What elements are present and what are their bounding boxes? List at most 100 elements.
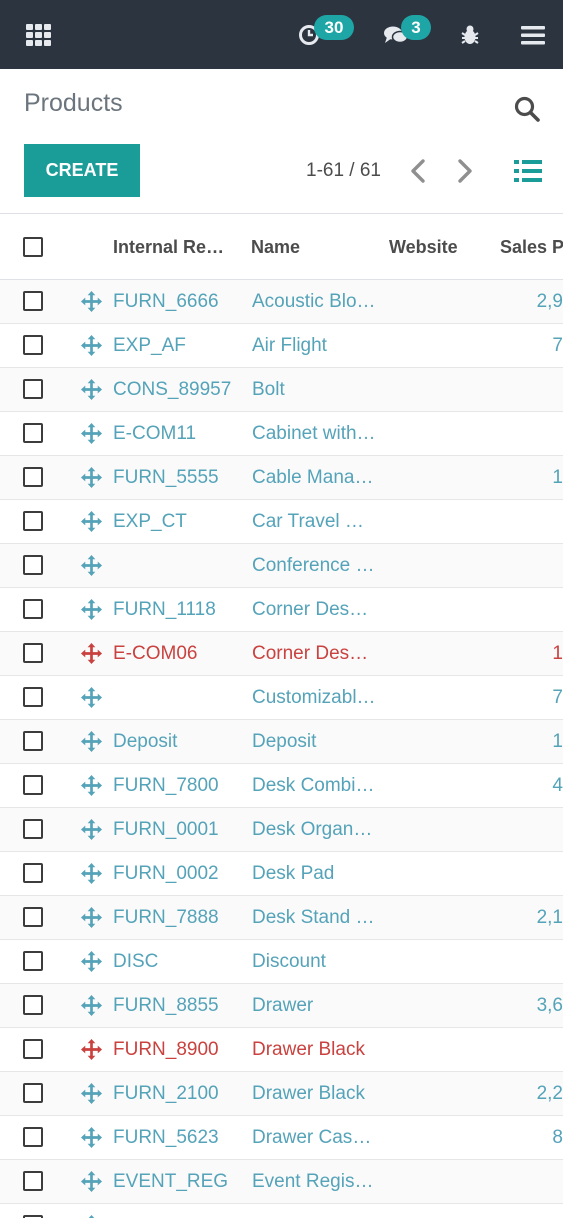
cell-name[interactable]: Drawer [252,984,376,1028]
table-row[interactable]: Conference … [0,544,563,588]
pager-previous-button[interactable] [406,156,430,186]
cell-sales-price[interactable] [493,1028,563,1072]
table-row[interactable]: Deposit Deposit 1 [0,720,563,764]
cell-internal-reference[interactable]: Deposit [113,720,243,764]
cell-name[interactable]: Cable Mana… [252,456,376,500]
table-row[interactable]: FURN_5555 Cable Mana… 1 [0,456,563,500]
row-checkbox[interactable] [23,423,43,443]
cell-internal-reference[interactable]: EXP_AF [113,324,243,368]
cell-internal-reference[interactable]: EVENT_REG [113,1160,243,1204]
cell-name[interactable]: Drawer Case… [252,1116,376,1160]
cell-name[interactable]: Customizabl… [252,676,376,720]
cell-internal-reference[interactable]: FURN_1118 [113,588,243,632]
row-checkbox[interactable] [23,1083,43,1103]
drag-handle-icon[interactable] [80,818,103,841]
cell-name[interactable]: Corner Desk … [252,588,376,632]
drag-handle-icon[interactable] [80,862,103,885]
cell-website[interactable] [389,764,489,808]
cell-internal-reference[interactable]: FURN_2100 [113,1072,243,1116]
cell-name[interactable]: Desk Stand … [252,896,376,940]
cell-internal-reference[interactable]: FURN_7888 [113,896,243,940]
drag-handle-icon[interactable] [80,598,103,621]
cell-sales-price[interactable] [493,412,563,456]
row-checkbox[interactable] [23,1171,43,1191]
row-checkbox[interactable] [23,467,43,487]
cell-name[interactable]: Desk Pad [252,852,376,896]
cell-internal-reference[interactable]: FURN_5623 [113,1116,243,1160]
row-checkbox[interactable] [23,775,43,795]
cell-internal-reference[interactable]: FURN_8900 [113,1028,243,1072]
row-checkbox[interactable] [23,819,43,839]
drag-handle-icon[interactable] [80,1170,103,1193]
cell-sales-price[interactable]: 7 [493,324,563,368]
cell-website[interactable] [389,1072,489,1116]
cell-internal-reference[interactable]: FURN_6666 [113,280,243,324]
cell-sales-price[interactable]: 2,1 [493,896,563,940]
drag-handle-icon[interactable] [80,774,103,797]
table-row[interactable] [0,1204,563,1218]
cell-internal-reference[interactable]: E-COM11 [113,412,243,456]
row-checkbox[interactable] [23,687,43,707]
cell-name[interactable]: Drawer Black [252,1028,376,1072]
row-checkbox[interactable] [23,1039,43,1059]
table-row[interactable]: FURN_8900 Drawer Black [0,1028,563,1072]
table-row[interactable]: FURN_0001 Desk Organi… [0,808,563,852]
cell-sales-price[interactable] [493,940,563,984]
cell-internal-reference[interactable]: FURN_0001 [113,808,243,852]
cell-sales-price[interactable] [493,808,563,852]
cell-sales-price[interactable]: 2,9 [493,280,563,324]
row-checkbox[interactable] [23,951,43,971]
cell-website[interactable] [389,500,489,544]
row-checkbox[interactable] [23,731,43,751]
cell-website[interactable] [389,412,489,456]
cell-internal-reference[interactable]: FURN_0002 [113,852,243,896]
table-row[interactable]: CONS_89957 Bolt [0,368,563,412]
column-header-internal-reference[interactable]: Internal Re… [113,214,229,280]
drag-handle-icon[interactable] [80,422,103,445]
cell-name[interactable]: Event Regist… [252,1160,376,1204]
row-checkbox[interactable] [23,555,43,575]
drag-handle-icon[interactable] [80,1082,103,1105]
apps-icon[interactable] [22,0,54,69]
message-count-badge[interactable]: 3 [401,15,431,40]
drag-handle-icon[interactable] [80,554,103,577]
table-row[interactable]: EVENT_REG Event Regist… [0,1160,563,1204]
pager-value[interactable]: 1-61 / 61 [306,160,381,182]
cell-website[interactable] [389,896,489,940]
cell-website[interactable] [389,676,489,720]
cell-name[interactable]: Acoustic Blo… [252,280,376,324]
cell-website[interactable] [389,1160,489,1204]
cell-sales-price[interactable] [493,852,563,896]
row-checkbox[interactable] [23,335,43,355]
table-row[interactable]: FURN_2100 Drawer Black 2,2 [0,1072,563,1116]
table-row[interactable]: FURN_0002 Desk Pad [0,852,563,896]
cell-website[interactable] [389,456,489,500]
cell-website[interactable] [389,720,489,764]
cell-internal-reference[interactable] [113,676,243,720]
cell-sales-price[interactable]: 7 [493,676,563,720]
drag-handle-icon[interactable] [80,378,103,401]
table-row[interactable]: FURN_7800 Desk Combi… 4 [0,764,563,808]
cell-website[interactable] [389,324,489,368]
row-checkbox[interactable] [23,379,43,399]
table-row[interactable]: EXP_CT Car Travel Ex… [0,500,563,544]
cell-sales-price[interactable] [493,588,563,632]
row-checkbox[interactable] [23,907,43,927]
table-row[interactable]: FURN_1118 Corner Desk … [0,588,563,632]
cell-internal-reference[interactable]: FURN_8855 [113,984,243,1028]
menu-icon[interactable] [520,0,546,69]
cell-name[interactable]: Car Travel Ex… [252,500,376,544]
bug-icon[interactable] [458,0,482,69]
table-row[interactable]: E-COM06 Corner Desk … 1 [0,632,563,676]
row-checkbox[interactable] [23,511,43,531]
drag-handle-icon[interactable] [80,466,103,489]
cell-website[interactable] [389,632,489,676]
cell-name[interactable]: Drawer Black [252,1072,376,1116]
drag-handle-icon[interactable] [80,906,103,929]
cell-internal-reference[interactable]: FURN_5555 [113,456,243,500]
drag-handle-icon[interactable] [80,686,103,709]
row-checkbox[interactable] [23,995,43,1015]
select-all-checkbox[interactable] [23,237,43,257]
cell-sales-price[interactable]: 1 [493,720,563,764]
drag-handle-icon[interactable] [80,1214,103,1218]
